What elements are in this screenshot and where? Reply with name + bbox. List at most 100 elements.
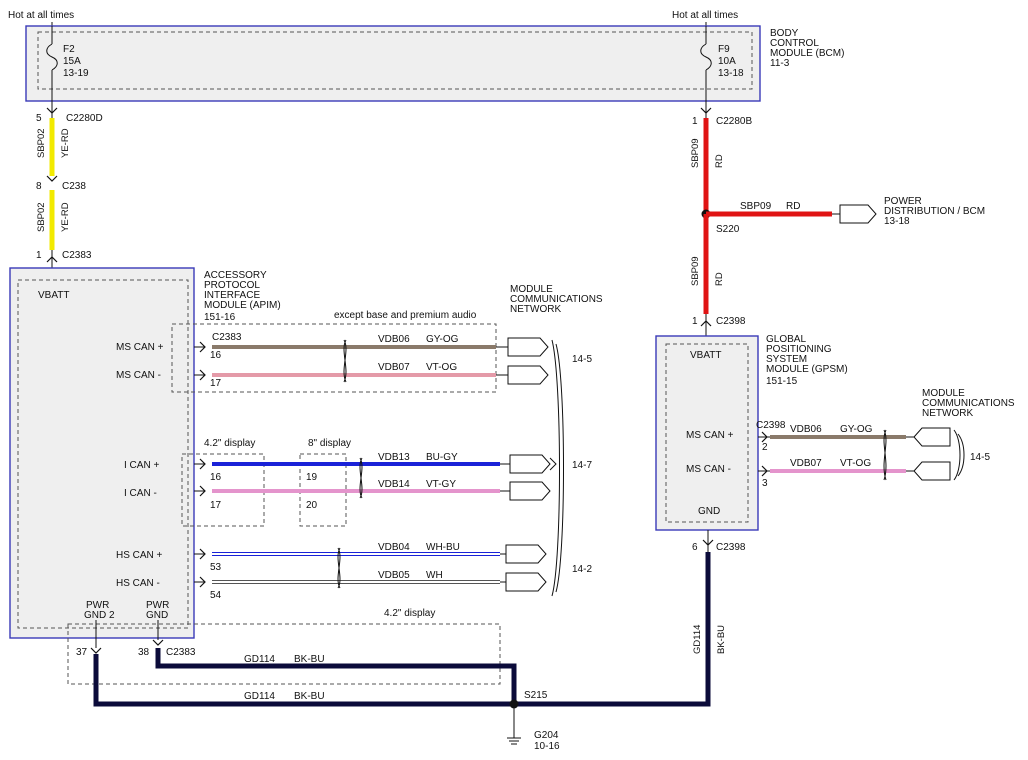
ground-g204: G204	[534, 730, 559, 741]
network-brackets-left	[549, 339, 564, 597]
wiring-diagram: Hot at all times Hot at all times F2 15A…	[8, 10, 1015, 752]
left-pin-5: 5	[36, 113, 42, 124]
apim-vbatt: VBATT	[38, 290, 69, 301]
diagram-label: VDB06	[378, 334, 410, 345]
ground-symbol-icon	[507, 737, 521, 745]
apim-module	[9, 267, 195, 639]
apim-pin-53: 53	[210, 562, 222, 573]
diagram-label: S220	[716, 224, 740, 235]
apim-hs-can-minus: HS CAN -	[116, 578, 160, 589]
diagram-label: YE-RD	[60, 128, 71, 158]
diagram-label: GND 2	[84, 610, 115, 621]
apim-pin-20: 20	[306, 500, 318, 511]
diagram-label: VDB06	[790, 424, 822, 435]
gpsm-gnd: GND	[698, 506, 720, 517]
diagram-label: BK-BU	[294, 654, 325, 665]
diagram-label: 1	[692, 316, 698, 327]
ref-14-2: 14-2	[572, 564, 592, 575]
gpsm-conn: C2398	[756, 420, 786, 431]
apim-i-can-plus: I CAN +	[124, 460, 159, 471]
fuse-f2-rating: 15A	[63, 56, 81, 67]
left-conn-c2280d: C2280D	[66, 113, 103, 124]
network-bracket-right	[953, 429, 965, 481]
apim-except-note: except base and premium audio	[334, 310, 477, 321]
diagram-label: WH	[426, 570, 443, 581]
network-connectors-right	[913, 427, 951, 481]
diagram-label: SBP02	[36, 128, 47, 158]
ground-ref: 10-16	[534, 741, 560, 752]
gpsm-gnd-conn: C2398	[716, 542, 746, 553]
apim-pin-16-i: 16	[210, 472, 222, 483]
apim-gnd-conn: C2383	[166, 647, 196, 658]
diagram-label: RD	[714, 272, 725, 286]
diagram-label: VT-OG	[426, 362, 457, 373]
splice-s215-label: S215	[524, 690, 548, 701]
gpsm-ms-can-plus: MS CAN +	[686, 430, 734, 441]
diagram-label: 1	[692, 116, 698, 127]
diagram-label: GY-OG	[426, 334, 459, 345]
power-dist-connector	[839, 204, 877, 224]
apim-gnd-pin-38: 38	[138, 647, 150, 658]
diagram-label: 13-18	[884, 216, 910, 227]
left-conn-c2383: C2383	[62, 250, 92, 261]
diagram-label: GD114	[692, 625, 703, 654]
fuse-f2-name: F2	[63, 44, 75, 55]
left-feed: 5 C2280D SBP02 YE-RD 8 C238 SBP02 YE-RD …	[36, 101, 103, 268]
network-left-title: MODULE COMMUNICATIONS NETWORK	[510, 284, 603, 315]
diagram-label: MODULE (APIM)	[204, 300, 281, 311]
left-power-label: Hot at all times	[8, 10, 74, 21]
network-connectors-left	[505, 337, 551, 592]
diagram-label: NETWORK	[922, 408, 973, 419]
right-power-label: Hot at all times	[672, 10, 738, 21]
diagram-label: BK-BU	[294, 691, 325, 702]
gpsm-ms-can-minus: MS CAN -	[686, 464, 731, 475]
diagram-label: SBP02	[36, 202, 47, 232]
gpsm-pin-2: 2	[762, 442, 768, 453]
apim-pin-19: 19	[306, 472, 318, 483]
diagram-label: 151-15	[766, 376, 798, 387]
diagram-label: RD	[714, 154, 725, 168]
diagram-label: GY-OG	[840, 424, 873, 435]
fuse-f9-name: F9	[718, 44, 730, 55]
apim-gnd-pin-37: 37	[76, 647, 88, 658]
diagram-label: RD	[786, 201, 800, 212]
diagram-label: GD114	[244, 691, 275, 702]
diagram-label: VDB07	[790, 458, 822, 469]
apim-display-42: 4.2" display	[204, 438, 255, 449]
apim-i-can-minus: I CAN -	[124, 488, 157, 499]
diagram-label: NETWORK	[510, 304, 561, 315]
left-pin-1: 1	[36, 250, 42, 261]
apim-ms-can-plus: MS CAN +	[116, 342, 164, 353]
diagram-label: VDB13	[378, 452, 410, 463]
diagram-label: 151-16	[204, 312, 236, 323]
diagram-label: SBP09	[690, 256, 701, 286]
diagram-label: WH-BU	[426, 542, 460, 553]
ref-14-5-left: 14-5	[572, 354, 592, 365]
apim-pin-17-ms: 17	[210, 378, 222, 389]
apim-pin-16-ms: 16	[210, 350, 222, 361]
diagram-label: C2398	[716, 316, 746, 327]
bcm-module	[25, 25, 761, 102]
fuse-f2-ref: 13-19	[63, 68, 89, 79]
apim-display-8: 8" display	[308, 438, 351, 449]
diagram-label: VDB14	[378, 479, 410, 490]
diagram-label: VDB05	[378, 570, 410, 581]
left-pin-8: 8	[36, 181, 42, 192]
gpsm-gnd-pin: 6	[692, 542, 698, 553]
diagram-label: BK-BU	[716, 625, 727, 654]
power-dist-label: POWER DISTRIBUTION / BCM 13-18	[884, 196, 985, 227]
diagram-label: MODULE (GPSM)	[766, 364, 848, 375]
connector-arrow-down-icon	[152, 639, 164, 646]
network-right-title: MODULE COMMUNICATIONS NETWORK	[922, 388, 1015, 419]
apim-conn-c2383: C2383	[212, 332, 242, 343]
diagram-label: SBP09	[690, 138, 701, 168]
connector-arrow-down-icon	[46, 175, 58, 182]
apim-hs-can-plus: HS CAN +	[116, 550, 163, 561]
diagram-label: YE-RD	[60, 202, 71, 232]
diagram-label: C2280B	[716, 116, 752, 127]
right-feed: 1 C2280B SBP09 RD S220 SBP09 RD POWER DI…	[690, 101, 985, 336]
diagram-label: VDB04	[378, 542, 410, 553]
apim-display-42-bottom: 4.2" display	[384, 608, 435, 619]
apim-pin-54: 54	[210, 590, 222, 601]
apim-pwr-gnd-label: PWR GND	[146, 600, 169, 621]
